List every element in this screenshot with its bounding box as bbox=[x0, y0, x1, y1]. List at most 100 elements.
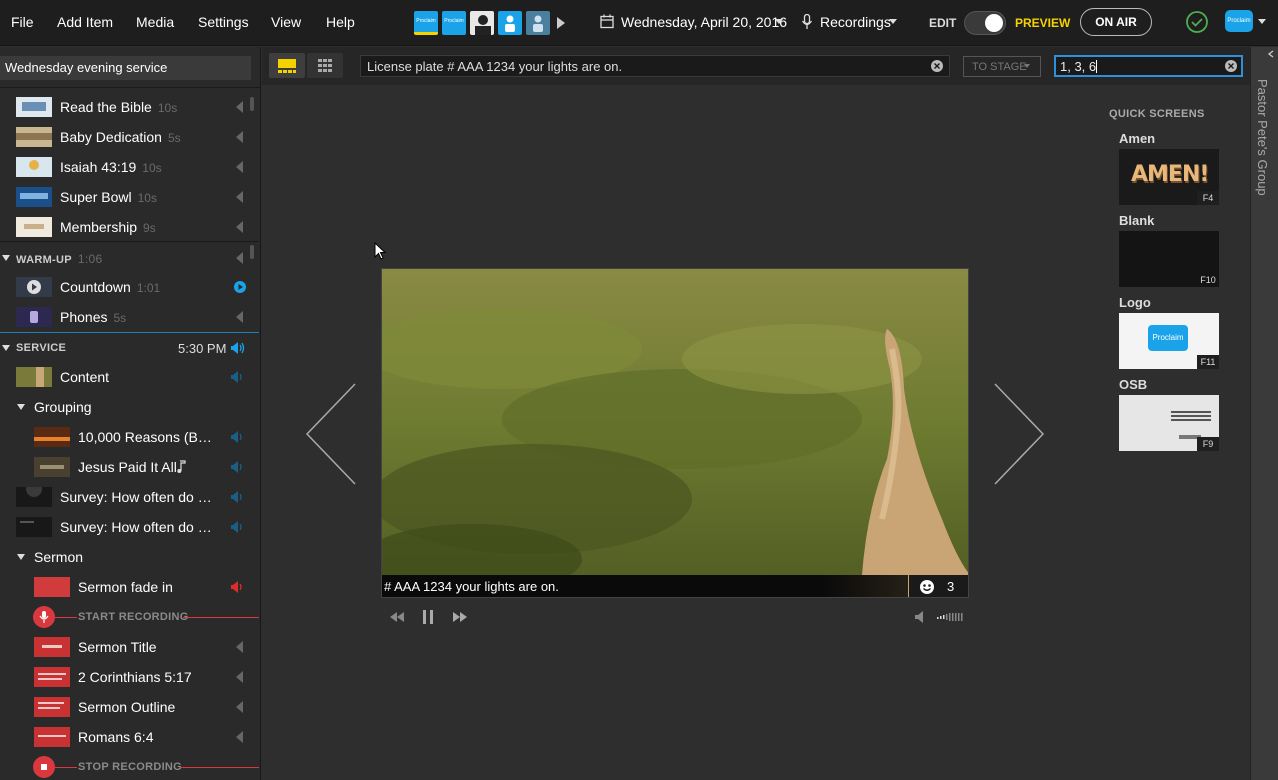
list-item[interactable]: Countdown 1:01 bbox=[0, 272, 259, 302]
volume-icon[interactable] bbox=[915, 610, 927, 624]
item-thumbnail bbox=[34, 667, 70, 687]
list-item[interactable]: Sermon Title bbox=[0, 632, 259, 662]
toolbar-thumb-portrait[interactable] bbox=[470, 11, 494, 35]
menu-add-item[interactable]: Add Item bbox=[57, 14, 113, 30]
list-item[interactable]: Survey: How often do y… bbox=[0, 482, 259, 512]
menu-view[interactable]: View bbox=[271, 14, 301, 30]
toolbar-thumb-proclaim-2[interactable]: Proclaim bbox=[442, 11, 466, 35]
section-warm-up[interactable]: WARM-UP 1:06 bbox=[0, 243, 259, 273]
menu-settings[interactable]: Settings bbox=[198, 14, 249, 30]
list-item[interactable]: Baby Dedication 5s bbox=[0, 122, 259, 152]
group-header[interactable]: Sermon bbox=[0, 542, 259, 572]
speaker-icon[interactable] bbox=[231, 520, 245, 534]
speaker-icon[interactable] bbox=[231, 370, 245, 384]
list-item[interactable]: Sermon Outline bbox=[0, 692, 259, 722]
collapse-triangle-icon[interactable] bbox=[17, 404, 25, 410]
list-item[interactable]: Isaiah 43:19 10s bbox=[0, 152, 259, 182]
stop-recording-marker[interactable]: STOP RECORDING bbox=[0, 752, 259, 780]
speaker-icon[interactable] bbox=[233, 310, 245, 324]
list-item[interactable]: 10,000 Reasons (Ble… bbox=[0, 422, 259, 452]
speaker-icon[interactable] bbox=[233, 130, 245, 144]
list-item[interactable]: 2 Corinthians 5:17 bbox=[0, 662, 259, 692]
speaker-icon[interactable] bbox=[233, 700, 245, 714]
item-title: Sermon Title bbox=[78, 639, 157, 655]
group-header[interactable]: Grouping bbox=[0, 392, 259, 422]
list-item[interactable]: Romans 6:4 bbox=[0, 722, 259, 752]
speaker-icon[interactable] bbox=[231, 460, 245, 474]
speaker-icon[interactable] bbox=[231, 490, 245, 504]
quick-screen-amen[interactable]: Amen AMEN! F4 bbox=[1119, 131, 1219, 205]
list-item[interactable]: Sermon fade in bbox=[0, 572, 259, 602]
pause-icon[interactable] bbox=[421, 609, 435, 625]
quick-screen-logo[interactable]: Logo Proclaim F11 bbox=[1119, 295, 1219, 369]
view-grid-button[interactable] bbox=[307, 53, 343, 78]
collapse-triangle-icon[interactable] bbox=[2, 345, 10, 351]
shortcut-key: F9 bbox=[1197, 437, 1219, 451]
clear-icon[interactable] bbox=[1225, 60, 1237, 72]
audience-count: 3 bbox=[909, 575, 968, 597]
speaker-icon[interactable] bbox=[231, 430, 245, 444]
collapse-triangle-icon[interactable] bbox=[17, 554, 25, 560]
speaker-icon[interactable] bbox=[233, 251, 245, 265]
on-air-label: ON AIR bbox=[1095, 15, 1137, 29]
collapse-panel-icon[interactable] bbox=[1267, 50, 1275, 58]
quick-screen-thumbnail: F10 bbox=[1119, 231, 1219, 287]
list-item[interactable]: Read the Bible 10s bbox=[0, 92, 259, 122]
speaker-on-icon[interactable] bbox=[231, 341, 245, 355]
previous-slide-icon[interactable] bbox=[305, 383, 357, 485]
slide-preview[interactable]: # AAA 1234 your lights are on. 3 bbox=[381, 268, 969, 598]
clear-icon[interactable] bbox=[931, 60, 943, 72]
next-slide-icon[interactable] bbox=[993, 383, 1045, 485]
service-time: 5:30 PM bbox=[178, 341, 227, 356]
item-thumbnail bbox=[16, 157, 52, 177]
list-item[interactable]: Super Bowl 10s bbox=[0, 182, 259, 212]
play-next-icon[interactable] bbox=[556, 16, 566, 30]
menu-help[interactable]: Help bbox=[326, 14, 355, 30]
list-item[interactable]: Content bbox=[0, 362, 259, 392]
rewind-icon[interactable] bbox=[389, 611, 405, 623]
speaker-icon[interactable] bbox=[233, 640, 245, 654]
edit-preview-toggle[interactable] bbox=[964, 11, 1006, 35]
speaker-icon[interactable] bbox=[233, 670, 245, 684]
date-selector[interactable]: Wednesday, April 20, 2016 bbox=[621, 14, 787, 30]
sidebar-scrollbar[interactable] bbox=[250, 245, 254, 259]
speaker-icon[interactable] bbox=[233, 160, 245, 174]
check-circle-icon[interactable] bbox=[1185, 10, 1209, 34]
person-icon bbox=[505, 15, 515, 32]
fast-forward-icon[interactable] bbox=[452, 611, 468, 623]
toolbar-thumb-proclaim-1[interactable]: Proclaim bbox=[414, 11, 438, 35]
menu-media[interactable]: Media bbox=[136, 14, 174, 30]
toolbar-thumb-person-blue[interactable] bbox=[498, 11, 522, 35]
service-title-field[interactable]: Wednesday evening service bbox=[0, 56, 251, 80]
on-air-button[interactable]: ON AIR bbox=[1080, 8, 1152, 36]
toolbar-thumb-person-gray[interactable] bbox=[526, 11, 550, 35]
recordings-menu[interactable]: Recordings bbox=[820, 14, 891, 30]
volume-slider[interactable] bbox=[936, 612, 964, 622]
quick-screen-blank[interactable]: Blank F10 bbox=[1119, 213, 1219, 287]
item-thumbnail bbox=[34, 697, 70, 717]
account-logo-button[interactable]: Proclaim bbox=[1225, 10, 1253, 32]
amen-art: AMEN! bbox=[1131, 162, 1209, 187]
list-item[interactable]: Jesus Paid It All bbox=[0, 452, 259, 482]
speaker-icon[interactable] bbox=[233, 220, 245, 234]
list-item[interactable]: Membership 9s bbox=[0, 212, 259, 242]
group-side-panel[interactable]: Pastor Pete's Group bbox=[1250, 47, 1278, 780]
list-item[interactable]: Survey: How often do y… bbox=[0, 512, 259, 542]
screen-numbers-input[interactable]: 1, 3, 6 bbox=[1054, 55, 1243, 77]
section-service[interactable]: SERVICE 5:30 PM bbox=[0, 333, 259, 363]
speaker-icon[interactable] bbox=[233, 190, 245, 204]
menu-file[interactable]: File bbox=[11, 14, 34, 30]
view-slide-button[interactable] bbox=[269, 53, 305, 78]
start-recording-marker[interactable]: START RECORDING bbox=[0, 602, 259, 632]
thumb-label: Proclaim bbox=[444, 18, 464, 24]
quick-screen-osb[interactable]: OSB F9 bbox=[1119, 377, 1219, 451]
message-input[interactable]: License plate # AAA 1234 your lights are… bbox=[360, 55, 950, 77]
sidebar-scrollbar[interactable] bbox=[250, 97, 254, 111]
playing-indicator-icon[interactable] bbox=[233, 280, 247, 294]
speaker-icon[interactable] bbox=[233, 730, 245, 744]
chevron-down-icon bbox=[1258, 19, 1266, 24]
speaker-alert-icon[interactable] bbox=[231, 580, 245, 594]
speaker-icon[interactable] bbox=[233, 100, 245, 114]
list-item[interactable]: Phones 5s bbox=[0, 302, 259, 332]
collapse-triangle-icon[interactable] bbox=[2, 255, 10, 261]
